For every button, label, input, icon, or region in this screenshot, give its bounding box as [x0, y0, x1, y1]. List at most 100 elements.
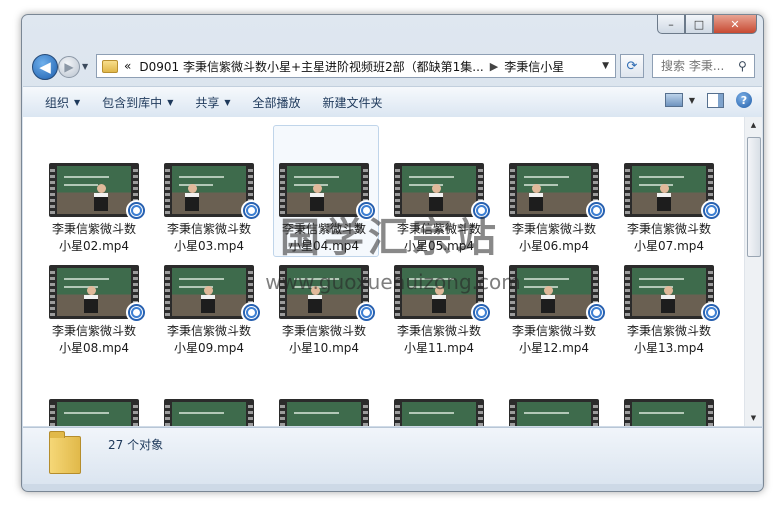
- media-player-icon: [241, 200, 262, 221]
- lecturer-figure: [84, 286, 98, 314]
- video-thumbnail: [394, 399, 484, 426]
- blackboard-writing: [179, 278, 224, 280]
- lecturer-figure: [429, 184, 443, 212]
- file-name: 李秉信紫微斗数 小星13.mp4: [626, 324, 711, 355]
- search-box[interactable]: ⚲: [652, 54, 755, 78]
- blackboard-writing: [64, 176, 109, 178]
- item-count: 27 个对象: [108, 438, 164, 452]
- blackboard-writing: [179, 412, 224, 414]
- media-player-icon: [586, 200, 607, 221]
- video-thumbnail: [279, 399, 369, 426]
- media-player-icon: [701, 200, 722, 221]
- address-dropdown-icon[interactable]: ▼: [602, 61, 609, 71]
- file-name: 李秉信紫微斗数 小星05.mp4: [396, 222, 481, 253]
- media-player-icon: [471, 302, 492, 323]
- file-name: 李秉信紫微斗数 小星09.mp4: [166, 324, 251, 355]
- navigation-bar: ◀ ▶ ▼ « D0901 李秉信紫微斗数小星+主星进阶视频班2部（都缺第1集.…: [30, 53, 755, 81]
- blackboard-writing: [524, 176, 569, 178]
- search-input[interactable]: [659, 58, 738, 74]
- breadcrumb-current[interactable]: 李秉信小星: [504, 58, 564, 75]
- file-name: 李秉信紫微斗数 小星08.mp4: [51, 324, 136, 355]
- address-bar[interactable]: « D0901 李秉信紫微斗数小星+主星进阶视频班2部（都缺第1集... ▶ 李…: [96, 54, 616, 78]
- lecturer-figure: [657, 184, 671, 212]
- file-name: 李秉信紫微斗数 小星07.mp4: [626, 222, 711, 253]
- video-frame: [517, 166, 591, 214]
- video-frame: [57, 268, 131, 316]
- include-in-library-menu[interactable]: 包含到库中 ▼: [102, 94, 173, 111]
- change-view-button[interactable]: ▼: [664, 93, 695, 107]
- forward-button[interactable]: ▶: [58, 56, 80, 78]
- media-player-icon: [586, 302, 607, 323]
- video-frame: [632, 402, 706, 426]
- video-thumbnail: [624, 399, 714, 426]
- new-folder-button[interactable]: 新建文件夹: [323, 94, 383, 111]
- maximize-button[interactable]: □: [685, 15, 713, 34]
- breadcrumb-parent[interactable]: D0901 李秉信紫微斗数小星+主星进阶视频班2部（都缺第1集...: [139, 58, 483, 75]
- video-frame: [57, 166, 131, 214]
- blackboard-writing: [524, 278, 569, 280]
- help-icon[interactable]: ?: [736, 92, 752, 108]
- blackboard-writing: [179, 176, 224, 178]
- video-frame: [57, 402, 131, 426]
- blackboard-writing: [639, 278, 684, 280]
- address-overflow-chevron[interactable]: «: [124, 59, 131, 73]
- organize-menu[interactable]: 组织 ▼: [45, 94, 80, 111]
- video-frame: [172, 166, 246, 214]
- folder-icon: [49, 431, 81, 474]
- close-button[interactable]: ✕: [713, 15, 757, 34]
- back-button[interactable]: ◀: [32, 54, 58, 80]
- include-library-label: 包含到库中: [102, 95, 163, 110]
- blackboard-writing: [409, 176, 454, 178]
- folder-icon: [102, 59, 118, 73]
- video-frame: [517, 268, 591, 316]
- share-menu[interactable]: 共享 ▼: [195, 94, 230, 111]
- file-name: 李秉信紫微斗数 小星04.mp4: [281, 222, 366, 253]
- share-label: 共享: [195, 95, 220, 110]
- blackboard-writing: [64, 184, 98, 186]
- video-frame: [517, 402, 591, 426]
- blackboard-writing: [294, 176, 339, 178]
- video-frame: [632, 268, 706, 316]
- media-player-icon: [471, 200, 492, 221]
- breadcrumb-separator-icon[interactable]: ▶: [490, 60, 498, 73]
- scroll-down-icon[interactable]: ▼: [745, 410, 762, 426]
- play-all-button[interactable]: 全部播放: [253, 94, 301, 111]
- lecturer-figure: [661, 286, 675, 314]
- command-bar: 组织 ▼ 包含到库中 ▼ 共享 ▼ 全部播放 新建文件夹 ▼ ?: [23, 86, 762, 118]
- history-dropdown-icon[interactable]: ▼: [82, 62, 88, 71]
- blackboard-writing: [64, 412, 109, 414]
- scrollbar-thumb[interactable]: [747, 137, 761, 257]
- scroll-up-icon[interactable]: ▲: [745, 117, 762, 133]
- file-list: 李秉信紫微斗数 小星02.mp4 李秉信紫微斗数 小星03.mp4 李秉信紫微斗数 小星0…: [23, 117, 744, 426]
- lecturer-figure: [310, 184, 324, 212]
- back-arrow-icon: ◀: [39, 58, 51, 76]
- vertical-scrollbar[interactable]: ▲ ▼: [744, 117, 762, 426]
- refresh-button[interactable]: ⟳: [620, 54, 644, 78]
- lecturer-figure: [308, 286, 322, 314]
- video-frame: [287, 402, 361, 426]
- video-frame: [402, 166, 476, 214]
- media-player-icon: [356, 200, 377, 221]
- blackboard-writing: [64, 278, 109, 280]
- minimize-button[interactable]: –: [657, 15, 685, 34]
- blackboard-writing: [639, 412, 684, 414]
- video-thumbnail: [49, 399, 139, 426]
- lecturer-figure: [201, 286, 215, 314]
- search-icon[interactable]: ⚲: [738, 59, 747, 73]
- chevron-down-icon: ▼: [688, 95, 695, 105]
- file-name: 李秉信紫微斗数 小星06.mp4: [511, 222, 596, 253]
- video-frame: [172, 402, 246, 426]
- blackboard-writing: [409, 412, 454, 414]
- video-frame: [172, 268, 246, 316]
- chevron-down-icon: ▼: [167, 97, 174, 107]
- preview-pane-icon[interactable]: [707, 92, 724, 108]
- lecturer-figure: [94, 184, 108, 212]
- media-player-icon: [241, 302, 262, 323]
- video-thumbnail: [509, 399, 599, 426]
- file-name: 李秉信紫微斗数 小星12.mp4: [511, 324, 596, 355]
- explorer-window: – □ ✕ ◀ ▶ ▼ « D0901 李秉信紫微斗数小星+主星进阶视频班2部（…: [21, 14, 764, 492]
- video-frame: [632, 166, 706, 214]
- file-name: 李秉信紫微斗数 小星10.mp4: [281, 324, 366, 355]
- caption-buttons: – □ ✕: [657, 15, 757, 34]
- blackboard-writing: [524, 412, 569, 414]
